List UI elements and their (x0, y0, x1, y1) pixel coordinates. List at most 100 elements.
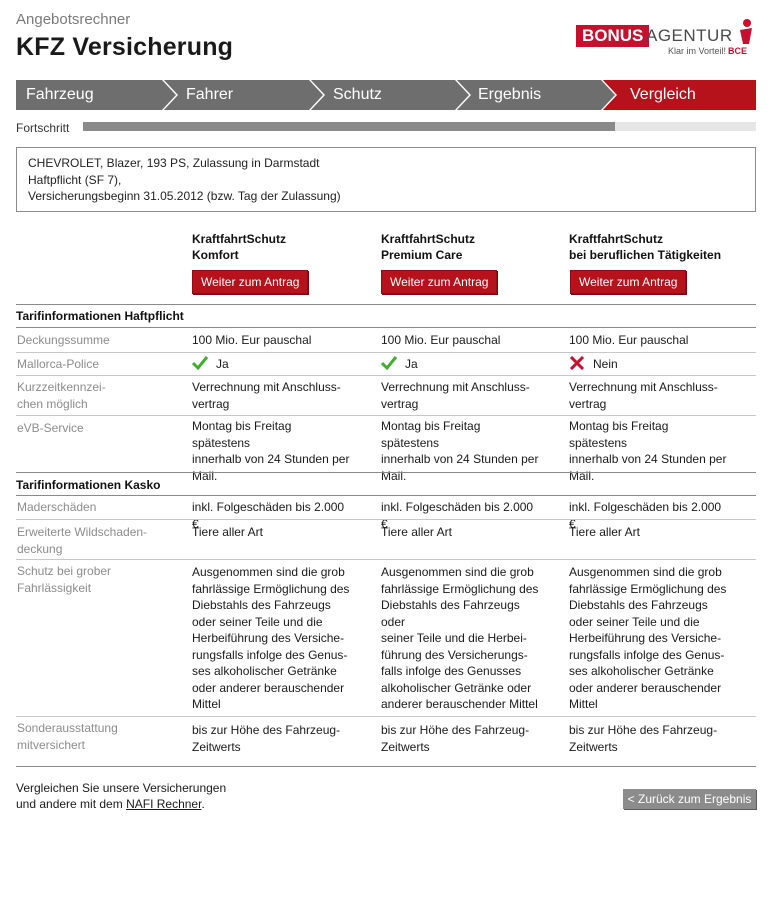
check-icon (381, 356, 397, 370)
cell-deckungssumme: 100 Mio. Eur pauschal (569, 333, 689, 347)
cell-line: Mittel (569, 697, 598, 711)
nafi-rechner-link[interactable]: NAFI Rechner (126, 797, 201, 811)
label-line: chen möglich (17, 396, 88, 411)
cell-line: ses alkoholischer Getränke (569, 664, 714, 678)
cell-line: rungsfalls infolge des Genus- (192, 647, 348, 662)
cell-line: Herbeiführung des Versiche- (192, 631, 345, 645)
logo-bce: BCE (728, 46, 748, 56)
cell-line: oder seiner Teile und die (569, 614, 700, 629)
cell-line: vertrag (192, 396, 230, 411)
divider (16, 472, 756, 473)
cell-line: Ausgenommen sind die grob (381, 565, 534, 579)
cell-mallorca: Nein (569, 356, 729, 373)
cell-mallorca: Ja (192, 356, 352, 373)
progress-fill (83, 122, 615, 131)
row-label-deckungssumme: Deckungssumme (17, 333, 110, 347)
cell-line: fahrlässige Ermöglichung des (192, 581, 350, 596)
cell-grobe-fahrlaessigkeit: Ausgenommen sind die grob fahrlässige Er… (192, 564, 352, 713)
cell-kurzzeitkennzeichen: Verrechnung mit Anschluss- vertrag (381, 379, 541, 412)
cell-line: Mail. (569, 468, 595, 483)
step-arrow (455, 80, 469, 110)
apply-button-beruflich[interactable]: Weiter zum Antrag (570, 270, 687, 294)
footer-line: und andere mit dem NAFI Rechner. (16, 796, 226, 812)
step-ergebnis[interactable]: Ergebnis (455, 78, 617, 112)
page-title: KFZ Versicherung (16, 33, 234, 61)
logo-tagline: Klar im Vorteil! (668, 46, 727, 56)
row-label-sonderausstattung: Sonderausstattung mitversichert (17, 720, 167, 753)
cell-line: Diebstahls des Fahrzeugs (192, 598, 331, 612)
row-label-grobe-fahrlaessigkeit: Schutz bei grober Fahrlässigkeit (17, 563, 167, 596)
footer-note: Vergleichen Sie unsere Versicherungen un… (16, 780, 226, 812)
label-line: Erweiterte Wildschaden- (17, 525, 148, 539)
step-label: Fahrzeug (26, 86, 94, 103)
step-schutz[interactable]: Schutz (309, 78, 471, 112)
logo-bonus: BONUS (576, 25, 650, 47)
divider (16, 766, 756, 767)
cell-line: Ausgenommen sind die grob (192, 565, 345, 579)
cell-mallorca: Ja (381, 356, 541, 373)
cell-wildschaden: Tiere aller Art (569, 525, 640, 539)
step-fahrer[interactable]: Fahrer (162, 78, 325, 112)
cell-sonderausstattung: bis zur Höhe des Fahrzeug- Zeitwerts (381, 722, 541, 755)
cell-line: anderer berauschender Mittel (381, 697, 538, 711)
vehicle-summary-box: CHEVROLET, Blazer, 193 PS, Zulassung in … (16, 147, 756, 212)
page-eyebrow: Angebotsrechner (16, 11, 131, 28)
cell-sonderausstattung: bis zur Höhe des Fahrzeug- Zeitwerts (569, 722, 729, 755)
cell-text: Ja (216, 357, 229, 371)
cell-deckungssumme: 100 Mio. Eur pauschal (192, 333, 312, 347)
cell-kurzzeitkennzeichen: Verrechnung mit Anschluss- vertrag (569, 379, 729, 412)
row-label-kurzzeitkennzeichen: Kurzzeitkennzei- chen möglich (17, 379, 167, 412)
cell-line: rungsfalls infolge des Genus- (569, 647, 725, 662)
cell-line: Mittel (192, 697, 221, 711)
offer-name: KraftfahrtSchutz (381, 232, 476, 246)
cell-line: bis zur Höhe des Fahrzeug- (192, 723, 341, 737)
cell-line: fahrlässige Ermöglichung des (381, 581, 539, 596)
step-label: Vergleich (630, 86, 696, 103)
cell-line: fahrlässige Ermöglichung des (569, 581, 727, 596)
divider (16, 375, 756, 376)
cell-deckungssumme: 100 Mio. Eur pauschal (381, 333, 501, 347)
cell-line: Diebstahls des Fahrzeugs (569, 598, 708, 612)
cell-evb-service: Montag bis Freitag spätestens innerhalb … (569, 418, 729, 484)
cell-line: Mail. (381, 468, 407, 483)
divider (16, 304, 756, 305)
back-to-result-button[interactable]: < Zurück zum Ergebnis (623, 789, 756, 809)
cell-line: Montag bis Freitag spätestens (569, 419, 669, 450)
apply-button-premium[interactable]: Weiter zum Antrag (381, 270, 498, 294)
summary-line: CHEVROLET, Blazer, 193 PS, Zulassung in … (28, 156, 320, 170)
cell-line: falls infolge des Genusses (381, 664, 522, 678)
cell-line: Verrechnung mit Anschluss- (569, 380, 718, 394)
offer-name: KraftfahrtSchutz (569, 232, 664, 246)
cell-line: bis zur Höhe des Fahrzeug- (569, 723, 718, 737)
label-line: Kurzzeitkennzei- (17, 380, 106, 394)
cell-line: bis zur Höhe des Fahrzeug- (381, 723, 530, 737)
summary-line: Versicherungsbeginn 31.05.2012 (bzw. Tag… (28, 189, 341, 203)
offer-name: KraftfahrtSchutz (192, 232, 287, 246)
offer-variant: Komfort (192, 248, 239, 262)
section-title-haftpflicht: Tarifinformationen Haftpflicht (16, 309, 184, 323)
row-label-mallorca: Mallorca-Police (17, 357, 100, 371)
step-label: Fahrer (186, 86, 234, 103)
apply-button-komfort[interactable]: Weiter zum Antrag (192, 270, 309, 294)
cell-line: Zeitwerts (381, 739, 430, 754)
divider (16, 352, 756, 353)
summary-line: Haftpflicht (SF 7), (28, 172, 122, 187)
cell-wildschaden: Tiere aller Art (192, 525, 263, 539)
cell-line: ses alkoholischer Getränke (192, 664, 337, 678)
label-line: Schutz bei grober (17, 564, 112, 578)
step-vergleich[interactable]: Vergleich (601, 80, 756, 110)
divider (16, 519, 756, 520)
cross-icon (569, 356, 585, 370)
cell-evb-service: Montag bis Freitag spätestens innerhalb … (381, 418, 541, 484)
cell-line: innerhalb von 24 Stunden per (381, 452, 539, 466)
bonusagentur-logo: BONUS AGENTUR Klar im Vorteil! BCE (576, 18, 758, 60)
step-fahrzeug[interactable]: Fahrzeug (16, 78, 178, 112)
cell-wildschaden: Tiere aller Art (381, 525, 452, 539)
check-icon (192, 356, 208, 370)
cell-line: Verrechnung mit Anschluss- (192, 380, 341, 394)
cell-line: alkoholischer Getränke oder (381, 680, 532, 695)
cell-line: Montag bis Freitag spätestens (381, 419, 481, 450)
cell-line: Zeitwerts (569, 739, 618, 754)
offer-variant: bei beruflichen Tätigkeiten (569, 248, 722, 262)
cell-line: Herbeiführung des Versiche- (569, 631, 722, 645)
